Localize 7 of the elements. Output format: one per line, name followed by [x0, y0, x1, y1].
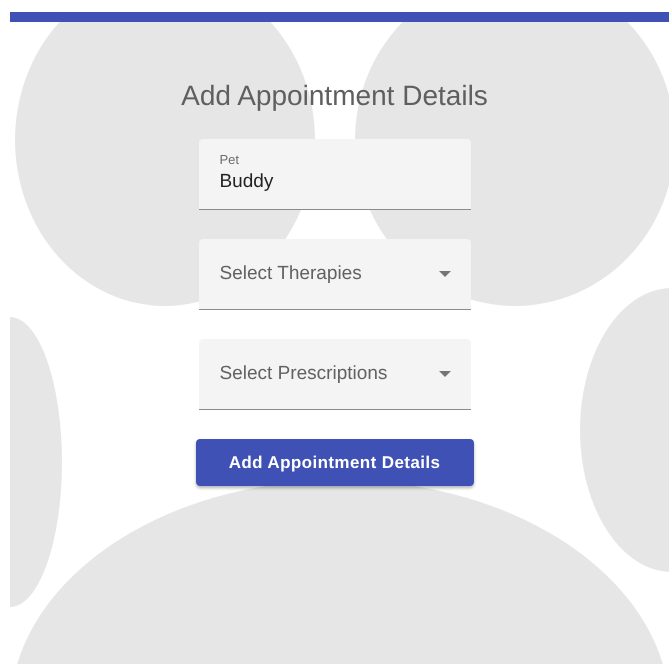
select-field[interactable]: Select Therapies — [198, 239, 470, 310]
add-appointment-details-button[interactable]: Add Appointment Details — [196, 439, 474, 486]
form-title: Add Appointment Details — [181, 80, 488, 112]
select-field[interactable]: Select Prescriptions — [198, 339, 470, 410]
dropdown-caret-icon — [438, 271, 450, 277]
pet-field[interactable]: Pet Buddy — [198, 139, 470, 210]
dropdown-caret-icon — [438, 371, 450, 377]
